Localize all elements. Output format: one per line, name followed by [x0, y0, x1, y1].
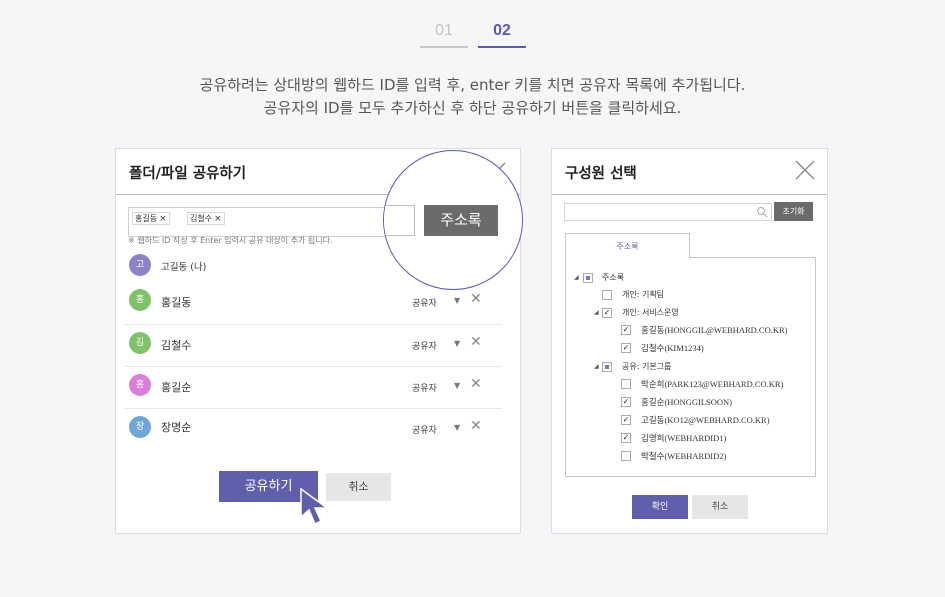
- share-tag-label: 홍길동: [135, 214, 158, 223]
- tag-remove-icon[interactable]: ×: [214, 214, 222, 224]
- member-dialog-title: 구성원 선택: [565, 166, 637, 182]
- share-tag: 김철수 ×: [187, 212, 225, 225]
- zoom-callout: 주소록: [383, 150, 523, 290]
- input-hint: ※ 웹하드 ID 작성 후 Enter 입력시 공유 대상이 추가 됩니다.: [128, 236, 333, 245]
- share-user-row: 홍 홍길순 공유자 ▼ ✕: [124, 367, 502, 409]
- checkbox[interactable]: ✓: [602, 308, 612, 318]
- tree-leaf-label: 김철수(KIM1234): [641, 343, 704, 353]
- instruction-line-1: 공유하려는 상대방의 웹하드 ID를 입력 후, enter 키를 치면 공유자…: [199, 76, 746, 94]
- checkbox[interactable]: [602, 290, 612, 300]
- zoom-input-field[interactable]: [384, 205, 415, 236]
- search-icon[interactable]: [756, 206, 768, 218]
- user-name: 김철수: [161, 339, 192, 352]
- reset-button[interactable]: 초기화: [774, 202, 813, 221]
- user-name: 홍길동: [161, 296, 192, 309]
- checkbox[interactable]: ✓: [621, 343, 631, 353]
- share-user-row: 장 장명순 공유자 ▼ ✕: [124, 409, 502, 451]
- tree-leaf-label: 박철수(WEBHARDID2): [641, 451, 727, 461]
- tree-leaf-label: 고길동(KO12@WEBHARD.CO.KR): [641, 415, 770, 425]
- instruction-line-2: 공유자의 ID를 모두 추가하신 후 하단 공유하기 버튼을 클릭하세요.: [263, 99, 682, 117]
- tree-node-label: 개인: 서비스운영: [622, 308, 679, 317]
- member-dialog-header: 구성원 선택: [552, 149, 827, 195]
- avatar: 고: [129, 254, 151, 276]
- instructions: 공유하려는 상대방의 웹하드 ID를 입력 후, enter 키를 치면 공유자…: [0, 74, 945, 120]
- checkbox[interactable]: [621, 379, 631, 389]
- chevron-down-icon[interactable]: ▼: [454, 339, 460, 348]
- remove-user-icon[interactable]: ✕: [470, 418, 482, 434]
- chevron-down-icon[interactable]: ▼: [454, 381, 460, 390]
- tree-leaf-label: 홍길순(HONGGILSOON): [641, 397, 732, 407]
- role-select[interactable]: 공유자: [412, 296, 437, 309]
- tree-node-label: 공유: 기본그룹: [622, 362, 672, 371]
- tree-leaf-label: 박순희(PARK123@WEBHARD.CO.KR): [641, 379, 784, 389]
- confirm-button[interactable]: 확인: [632, 495, 688, 519]
- user-name: 홍길순: [161, 381, 192, 394]
- remove-user-icon[interactable]: ✕: [470, 334, 482, 350]
- step-1[interactable]: 01: [420, 22, 468, 48]
- step-2-active[interactable]: 02: [478, 22, 526, 48]
- checkbox[interactable]: ✓: [621, 397, 631, 407]
- role-select[interactable]: 공유자: [412, 339, 437, 352]
- avatar: 김: [129, 332, 151, 354]
- remove-user-icon[interactable]: ✕: [470, 376, 482, 392]
- cancel-button[interactable]: 취소: [692, 495, 748, 519]
- avatar: 홍: [129, 374, 151, 396]
- chevron-down-icon[interactable]: ▼: [454, 296, 460, 305]
- share-id-input[interactable]: 홍길동 × 김철수 ×: [128, 207, 413, 237]
- cancel-button[interactable]: 취소: [326, 473, 391, 501]
- address-tree: ◢ 주소록 개인: 기획팀 ◢ ✓ 개인: 서비스운영 ✓ 홍길동(HONGGI…: [565, 257, 816, 477]
- member-search-input[interactable]: [564, 203, 772, 221]
- tag-remove-icon[interactable]: ×: [159, 214, 167, 224]
- checkbox[interactable]: ✓: [621, 415, 631, 425]
- tree-leaf-label: 김영희(WEBHARDID1): [641, 433, 727, 443]
- step-indicator: 01 02: [0, 22, 945, 50]
- tree-leaf-label: 홍길동(HONGGIL@WEBHARD.CO.KR): [641, 325, 788, 335]
- tree-node-label: 주소록: [602, 273, 625, 282]
- avatar: 장: [129, 416, 151, 438]
- checkbox[interactable]: ✓: [621, 325, 631, 335]
- tree-node-label: 개인: 기획팀: [622, 290, 665, 299]
- chevron-down-icon[interactable]: ▼: [454, 423, 460, 432]
- avatar: 홍: [129, 289, 151, 311]
- owner-name: 고길동 (나): [161, 262, 207, 273]
- role-select[interactable]: 공유자: [412, 381, 437, 394]
- share-tag-label: 김철수: [190, 214, 213, 223]
- expand-icon[interactable]: ◢: [594, 307, 599, 319]
- tab-address-book[interactable]: 주소록: [565, 233, 690, 258]
- role-select[interactable]: 공유자: [412, 423, 437, 436]
- address-book-button[interactable]: 주소록: [424, 205, 498, 236]
- share-tag: 홍길동 ×: [132, 212, 170, 225]
- checkbox[interactable]: [583, 273, 593, 283]
- remove-user-icon[interactable]: ✕: [470, 291, 482, 307]
- user-name: 장명순: [161, 421, 192, 434]
- close-icon[interactable]: [795, 160, 815, 180]
- checkbox[interactable]: [621, 451, 631, 461]
- pointer-cursor-icon: [300, 487, 330, 526]
- member-select-dialog: 구성원 선택 초기화 주소록 ◢ 주소록 개인: 기획팀 ◢ ✓ 개인: 서비스…: [551, 148, 828, 534]
- checkbox[interactable]: ✓: [621, 433, 631, 443]
- checkbox[interactable]: [602, 362, 612, 372]
- expand-icon[interactable]: ◢: [594, 361, 599, 373]
- share-user-row: 김 김철수 공유자 ▼ ✕: [124, 325, 502, 367]
- share-dialog-title: 폴더/파일 공유하기: [129, 166, 247, 182]
- expand-icon[interactable]: ◢: [574, 272, 579, 284]
